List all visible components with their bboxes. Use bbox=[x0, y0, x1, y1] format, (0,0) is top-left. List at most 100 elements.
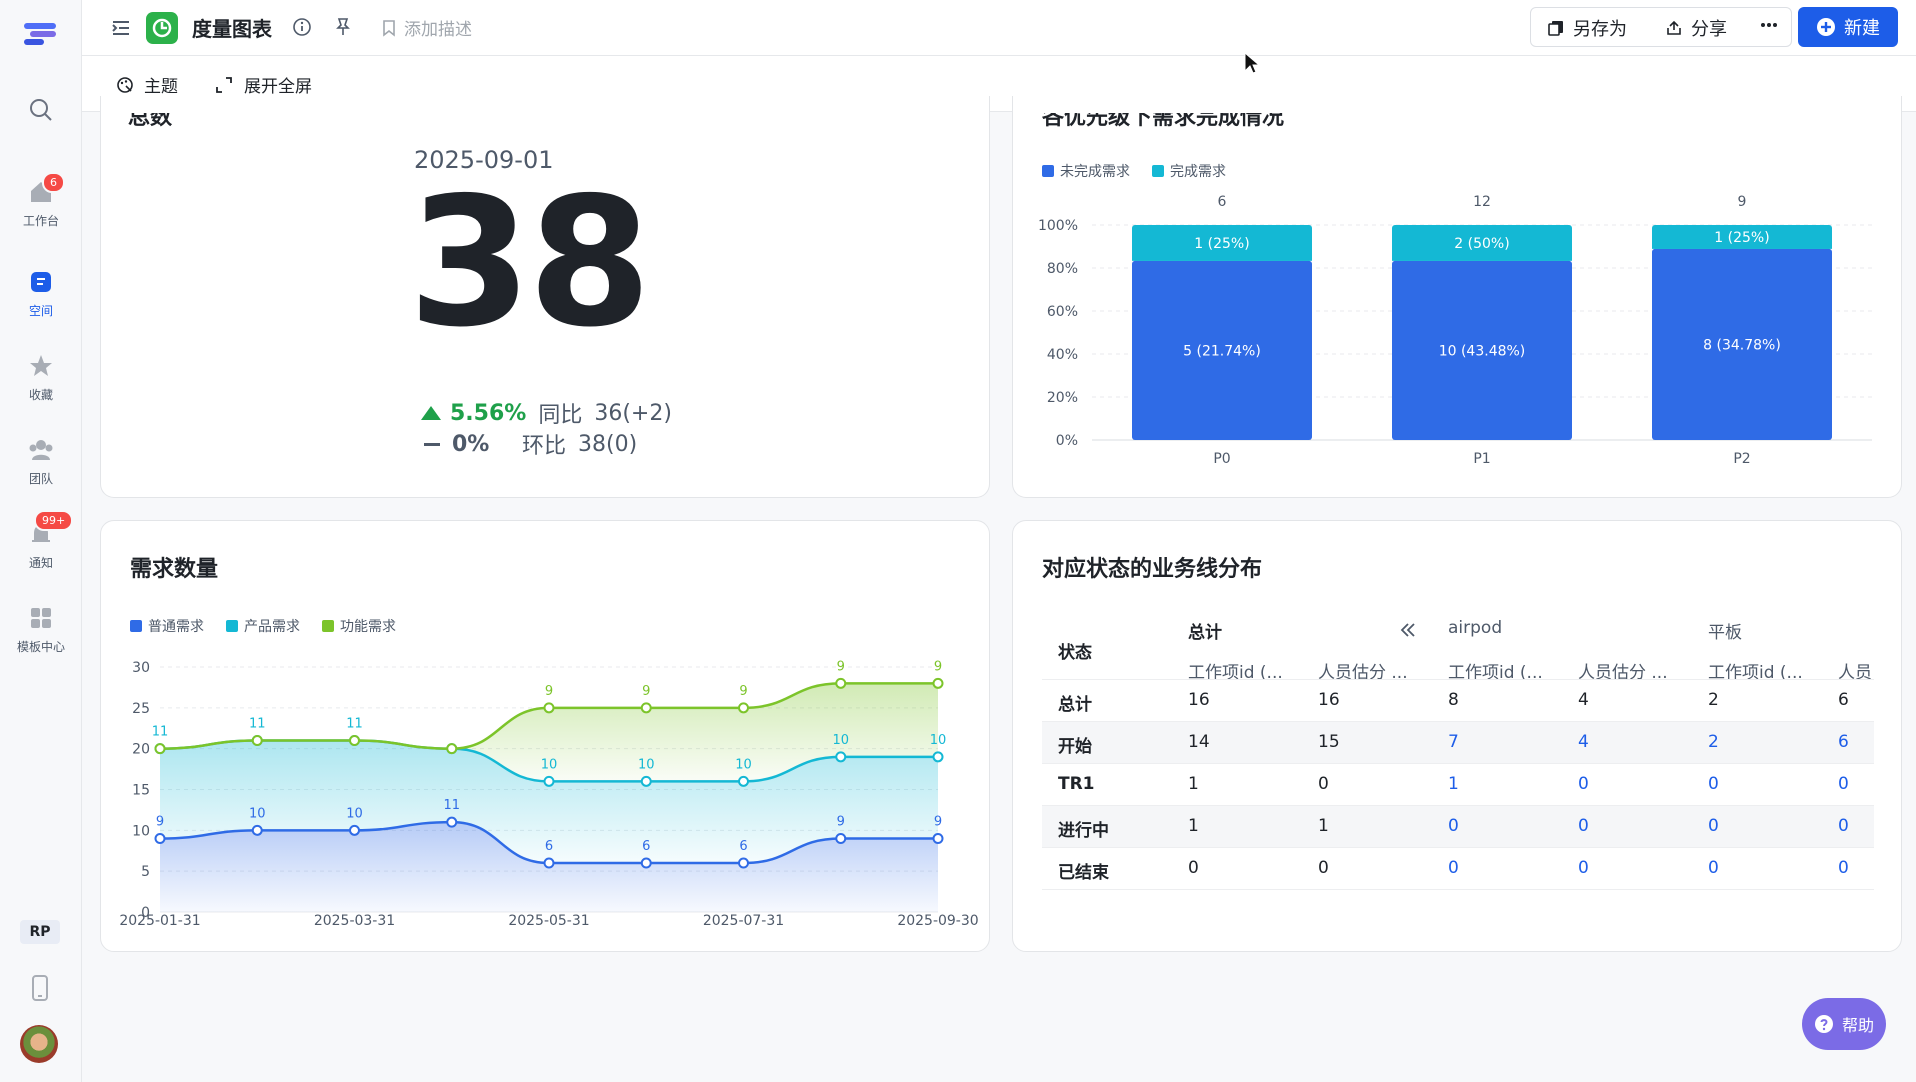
table-cell-link[interactable]: 0 bbox=[1838, 858, 1849, 878]
bar-total-label: 6 bbox=[1218, 194, 1227, 210]
legend-swatch bbox=[1152, 165, 1164, 177]
group-header-tablet: 平板 bbox=[1708, 623, 1742, 643]
mobile-icon[interactable] bbox=[28, 974, 52, 1002]
info-icon[interactable] bbox=[292, 17, 312, 37]
group-header-total: 总计 bbox=[1188, 623, 1222, 643]
data-point[interactable] bbox=[543, 775, 555, 787]
y-tick-label: 0% bbox=[1056, 433, 1078, 449]
dash-icon bbox=[424, 442, 440, 446]
state-cell: 已结束 bbox=[1058, 863, 1109, 883]
sidebar-item-team[interactable]: 团队 bbox=[0, 436, 82, 487]
table-cell-link[interactable]: 0 bbox=[1708, 774, 1719, 794]
app-logo-icon[interactable] bbox=[22, 20, 58, 48]
point-label: 9 bbox=[545, 684, 553, 699]
chart-app-icon bbox=[146, 12, 178, 44]
sidebar-item-templates[interactable]: 模板中心 bbox=[0, 604, 82, 655]
data-point[interactable] bbox=[446, 743, 458, 755]
table-cell-link[interactable]: 0 bbox=[1838, 816, 1849, 836]
pin-icon[interactable] bbox=[333, 16, 353, 38]
priority-bar-chart: 0% 20% 40% 60% 80% 100% 5 (21.74%) 1 (25%) 6 P0 10… bbox=[1038, 194, 1872, 467]
table-cell-link[interactable]: 6 bbox=[1838, 732, 1849, 752]
sidebar-item-favorites[interactable]: 收藏 bbox=[0, 352, 82, 403]
data-point[interactable] bbox=[640, 857, 652, 869]
space-icon bbox=[31, 272, 51, 292]
legend-item[interactable]: 普通需求 bbox=[130, 616, 204, 636]
table-cell-link[interactable]: 4 bbox=[1578, 732, 1589, 752]
search-icon bbox=[30, 99, 52, 121]
data-point[interactable] bbox=[640, 775, 652, 787]
legend-swatch bbox=[322, 620, 334, 632]
collapse-double-chevron-icon[interactable] bbox=[1399, 622, 1417, 638]
data-point[interactable] bbox=[835, 677, 847, 689]
table-cell-link[interactable]: 2 bbox=[1708, 732, 1719, 752]
theme-button[interactable]: 主题 bbox=[116, 72, 178, 97]
table-cell: 14 bbox=[1188, 732, 1210, 752]
toggle-sidebar-icon[interactable] bbox=[110, 17, 132, 39]
table-cell-link[interactable]: 0 bbox=[1578, 816, 1589, 836]
data-point[interactable] bbox=[251, 824, 263, 836]
data-point[interactable] bbox=[154, 743, 166, 755]
save-as-button[interactable]: 另存为 bbox=[1547, 15, 1627, 41]
data-point[interactable] bbox=[446, 816, 458, 828]
table-cell-link[interactable]: 0 bbox=[1448, 816, 1459, 836]
point-label: 11 bbox=[443, 798, 460, 813]
table-cell-link[interactable]: 7 bbox=[1448, 732, 1459, 752]
y-tick-label: 20 bbox=[132, 742, 150, 758]
data-point[interactable] bbox=[349, 824, 360, 836]
data-point[interactable] bbox=[349, 735, 360, 746]
bar-data-label: 5 (21.74%) bbox=[1183, 343, 1261, 359]
sidebar-item-space[interactable]: 空间 bbox=[0, 268, 82, 319]
legend-item[interactable]: 未完成需求 bbox=[1042, 161, 1130, 181]
user-initials-badge[interactable]: RP bbox=[20, 920, 60, 944]
data-point[interactable] bbox=[738, 775, 749, 787]
data-point[interactable] bbox=[835, 751, 847, 763]
legend-item[interactable]: 功能需求 bbox=[322, 616, 396, 636]
table-cell-link[interactable]: 0 bbox=[1708, 816, 1719, 836]
help-button[interactable]: 帮助 bbox=[1802, 998, 1886, 1050]
sidebar-item-label: 工作台 bbox=[22, 214, 59, 228]
new-button[interactable]: 新建 bbox=[1798, 7, 1898, 47]
data-point[interactable] bbox=[543, 857, 555, 869]
x-tick-label: 2025-03-31 bbox=[314, 913, 395, 929]
data-point[interactable] bbox=[835, 833, 847, 844]
data-point[interactable] bbox=[932, 751, 944, 763]
table-cell-link[interactable]: 0 bbox=[1448, 858, 1459, 878]
data-point[interactable] bbox=[738, 702, 749, 714]
table-cell-link[interactable]: 0 bbox=[1578, 774, 1589, 794]
priority-card-title: 各优先级下需求完成情况 bbox=[1042, 113, 1285, 129]
search-nav-button[interactable] bbox=[0, 96, 82, 124]
data-point[interactable] bbox=[932, 677, 944, 689]
table-cell: 16 bbox=[1188, 690, 1210, 710]
bar-data-label: 1 (25%) bbox=[1194, 236, 1249, 252]
share-button[interactable]: 分享 bbox=[1665, 15, 1727, 41]
legend-item[interactable]: 完成需求 bbox=[1152, 161, 1226, 181]
y-tick-label: 60% bbox=[1047, 304, 1078, 320]
table-cell-link[interactable]: 0 bbox=[1838, 774, 1849, 794]
data-point[interactable] bbox=[738, 857, 749, 869]
team-icon bbox=[29, 440, 53, 460]
bar-segment-joint bbox=[1132, 257, 1312, 261]
bar-segment-joint bbox=[1392, 257, 1572, 261]
table-cell-link[interactable]: 1 bbox=[1448, 774, 1459, 794]
table-cell: 16 bbox=[1318, 690, 1340, 710]
point-label: 9 bbox=[934, 815, 942, 830]
avatar[interactable] bbox=[20, 1025, 58, 1063]
fullscreen-button[interactable]: 展开全屏 bbox=[216, 72, 312, 97]
table-cell: 1 bbox=[1318, 816, 1329, 836]
sidebar-item-notifications[interactable]: 通知 99+ bbox=[0, 510, 82, 571]
sidebar-item-workbench[interactable]: 工作台 6 bbox=[0, 172, 82, 229]
data-point[interactable] bbox=[543, 702, 555, 714]
table-cell-link[interactable]: 0 bbox=[1578, 858, 1589, 878]
table-cell-link[interactable]: 0 bbox=[1708, 858, 1719, 878]
data-point[interactable] bbox=[640, 702, 652, 714]
data-point[interactable] bbox=[154, 833, 166, 844]
y-tick-label: 5 bbox=[141, 864, 150, 880]
bookmark-icon bbox=[383, 19, 395, 37]
more-options-button[interactable] bbox=[1759, 15, 1779, 35]
add-description-button[interactable]: 添加描述 bbox=[380, 15, 472, 40]
data-point[interactable] bbox=[251, 735, 263, 746]
data-point[interactable] bbox=[932, 833, 944, 844]
legend-item[interactable]: 产品需求 bbox=[226, 616, 300, 636]
point-label: 10 bbox=[735, 757, 752, 772]
sidebar-item-label: 模板中心 bbox=[16, 640, 65, 654]
